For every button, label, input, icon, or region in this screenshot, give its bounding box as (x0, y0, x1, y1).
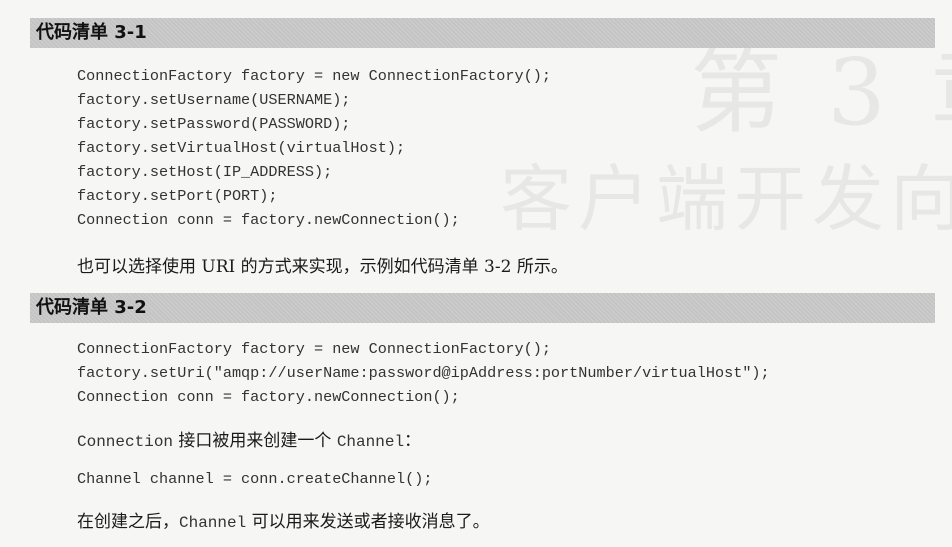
inline-code-channel: Channel (179, 514, 247, 532)
code-line: Connection conn = factory.newConnection(… (77, 388, 460, 406)
code-line: Channel channel = conn.createChannel(); (77, 470, 433, 488)
paragraph-text: 接口被用来创建一个 (173, 431, 337, 451)
code-listing-header-3-2: 代码清单 3-2 (30, 293, 935, 323)
paragraph-text: ： (404, 431, 422, 451)
code-line: factory.setUsername(USERNAME); (77, 91, 351, 109)
code-line: ConnectionFactory factory = new Connecti… (77, 340, 551, 358)
inline-code-channel: Channel (336, 433, 405, 451)
code-line: factory.setHost(IP_ADDRESS); (77, 163, 333, 181)
paragraph-text: 可以用来发送或者接收消息了。 (246, 512, 490, 532)
code-listing-3-1: ConnectionFactory factory = new Connecti… (77, 64, 551, 232)
code-snippet-create-channel: Channel channel = conn.createChannel(); (77, 467, 432, 491)
code-listing-header-3-1: 代码清单 3-1 (30, 18, 935, 48)
code-line: Connection conn = factory.newConnection(… (77, 211, 460, 229)
show-through-chapter-title: 客户端开发向导 (500, 157, 952, 241)
code-line: ConnectionFactory factory = new Connecti… (77, 67, 551, 85)
code-listing-3-2: ConnectionFactory factory = new Connecti… (77, 337, 770, 409)
code-line: factory.setPort(PORT); (77, 187, 278, 205)
code-line: factory.setVirtualHost(virtualHost); (77, 139, 406, 157)
body-paragraph-channel: 在创建之后，Channel 可以用来发送或者接收消息了。 (77, 509, 490, 536)
inline-code-connection: Connection (77, 433, 174, 451)
body-paragraph-uri: 也可以选择使用 URI 的方式来实现，示例如代码清单 3-2 所示。 (77, 257, 568, 277)
code-line: factory.setPassword(PASSWORD); (77, 115, 351, 133)
body-paragraph-connection: Connection 接口被用来创建一个 Channel： (77, 428, 421, 455)
paragraph-text: 在创建之后， (77, 512, 179, 532)
code-line: factory.setUri("amqp://userName:password… (77, 364, 770, 382)
